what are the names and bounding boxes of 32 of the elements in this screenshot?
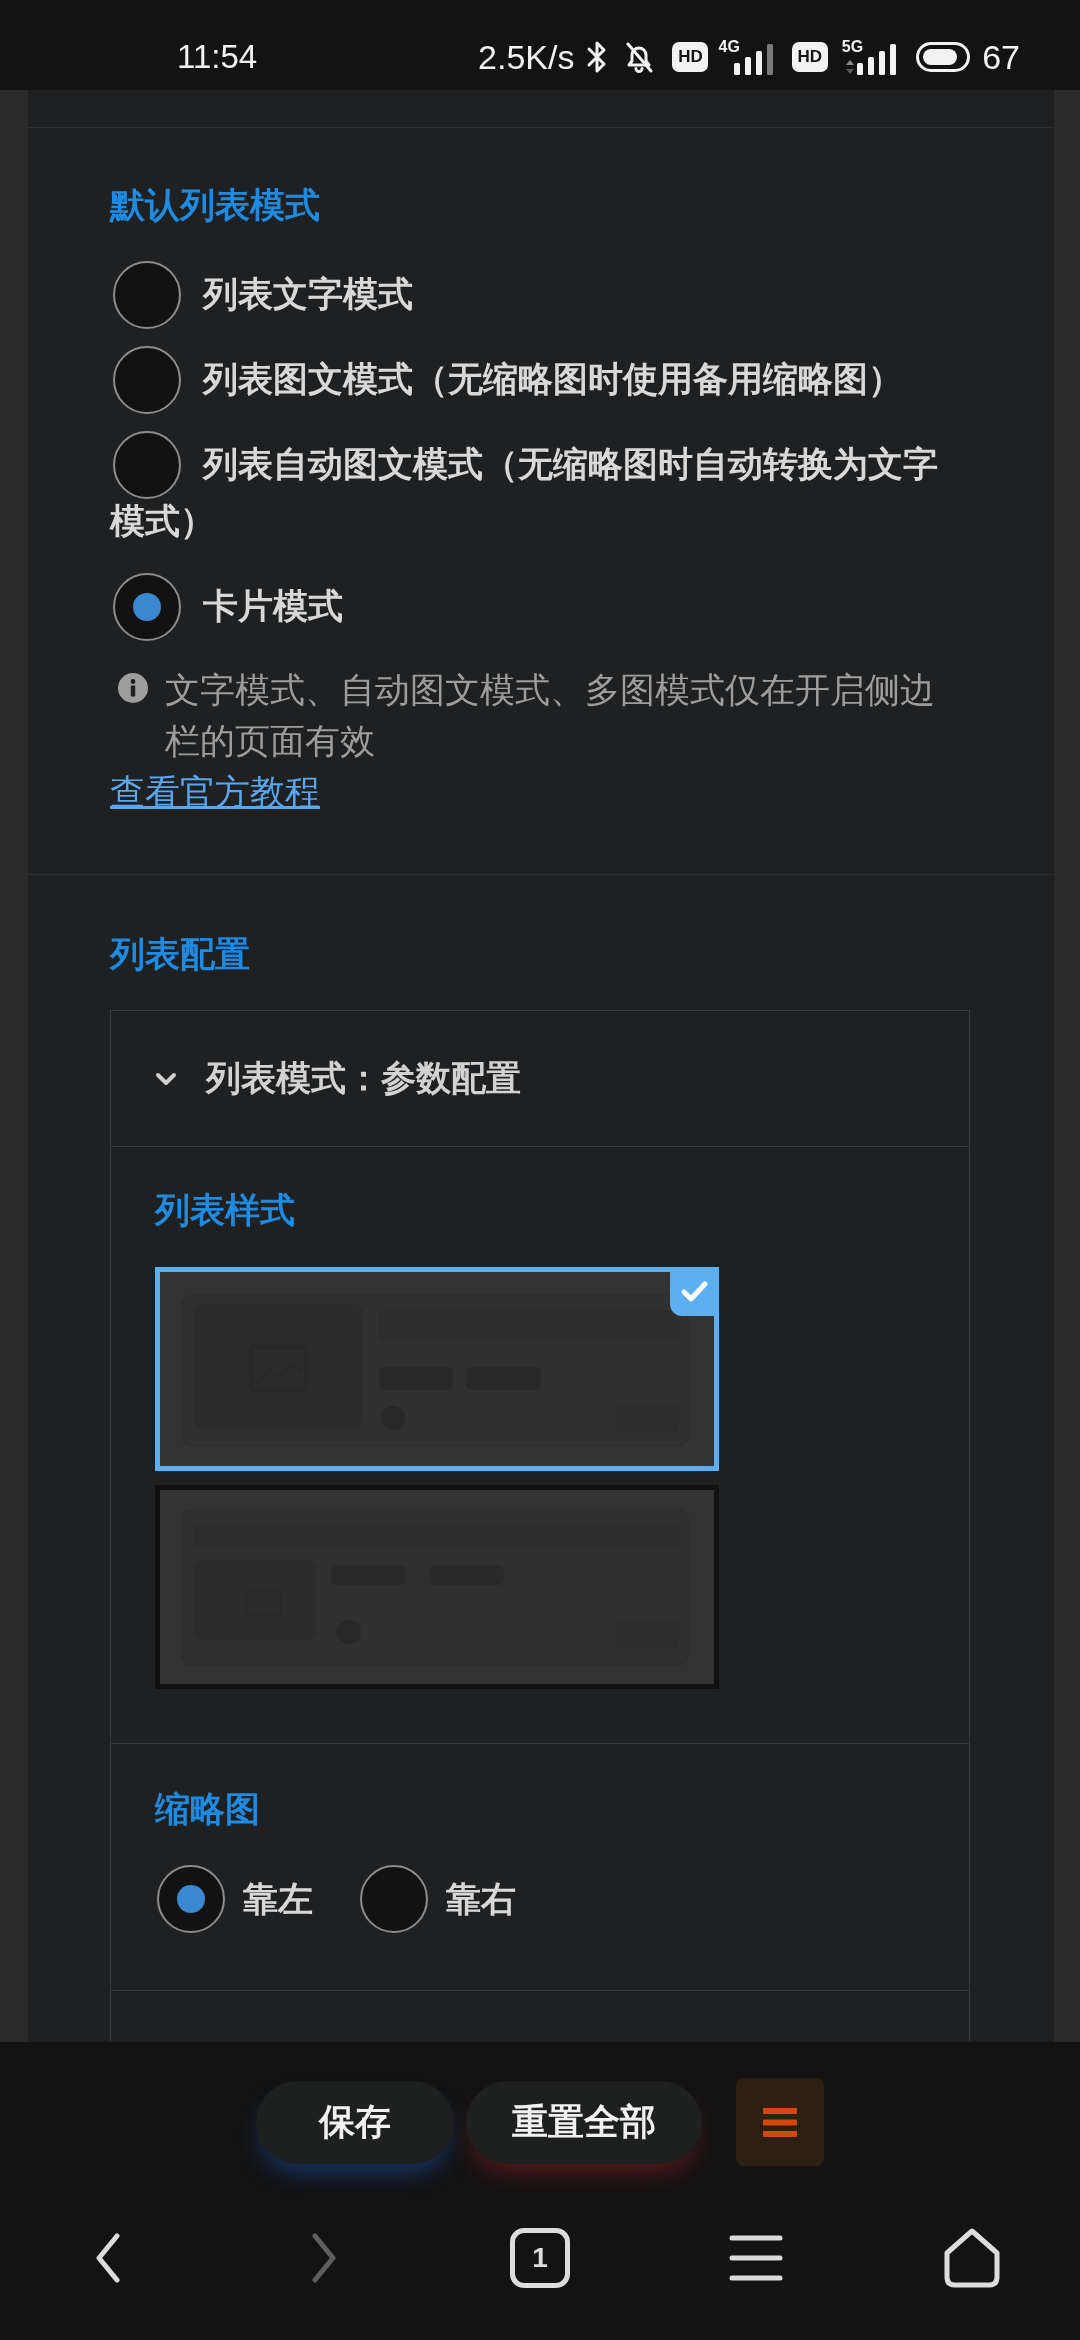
network-type-label: 5G (841, 39, 864, 55)
network-type-label: 4G (718, 39, 740, 55)
note-text: 文字模式、自动图文模式、多图模式仅在开启侧边栏的页面有效 (165, 669, 936, 763)
menu-button[interactable] (736, 2078, 824, 2166)
collapse-header[interactable]: 列表模式：参数配置 (111, 1011, 969, 1147)
status-time: 11:54 (177, 37, 258, 77)
radio-option[interactable]: 靠右 (358, 1865, 516, 1933)
tab-count-button[interactable]: 1 (510, 2228, 570, 2288)
menu-icon[interactable] (729, 2235, 783, 2281)
hd-indicator: HD (791, 42, 828, 72)
tutorial-link[interactable]: 查看官方教程 (110, 767, 320, 818)
network-speed: 2.5K/s (478, 37, 575, 77)
data-activity-icon (845, 60, 854, 74)
radio-option[interactable]: 靠左 (155, 1865, 313, 1933)
radio-option[interactable]: 列表文字模式 (110, 260, 413, 329)
section-heading: 列表配置 (110, 933, 250, 976)
hd-indicator: HD (672, 42, 709, 72)
back-icon[interactable] (95, 2233, 121, 2283)
radio-option[interactable]: 列表自动图文模式（无缩略图时自动转换为文字模式） (110, 430, 962, 556)
menu-icon (763, 2107, 797, 2137)
subsection-heading: 缩略图 (155, 1788, 260, 1831)
battery-percent: 67 (982, 37, 1020, 77)
chevron-icon (155, 1071, 177, 1086)
radio-option[interactable]: 卡片模式 (110, 572, 343, 641)
subsection-heading: 列表样式 (155, 1189, 295, 1232)
battery-icon (916, 42, 971, 72)
section-heading: 默认列表模式 (110, 184, 320, 227)
reset-all-button[interactable]: 重置全部 (466, 2080, 702, 2164)
save-button[interactable]: 保存 (256, 2080, 454, 2164)
info-icon (118, 673, 148, 703)
radio-option[interactable]: 列表图文模式（无缩略图时使用备用缩略图） (110, 345, 903, 414)
bell-off-icon (624, 41, 655, 73)
